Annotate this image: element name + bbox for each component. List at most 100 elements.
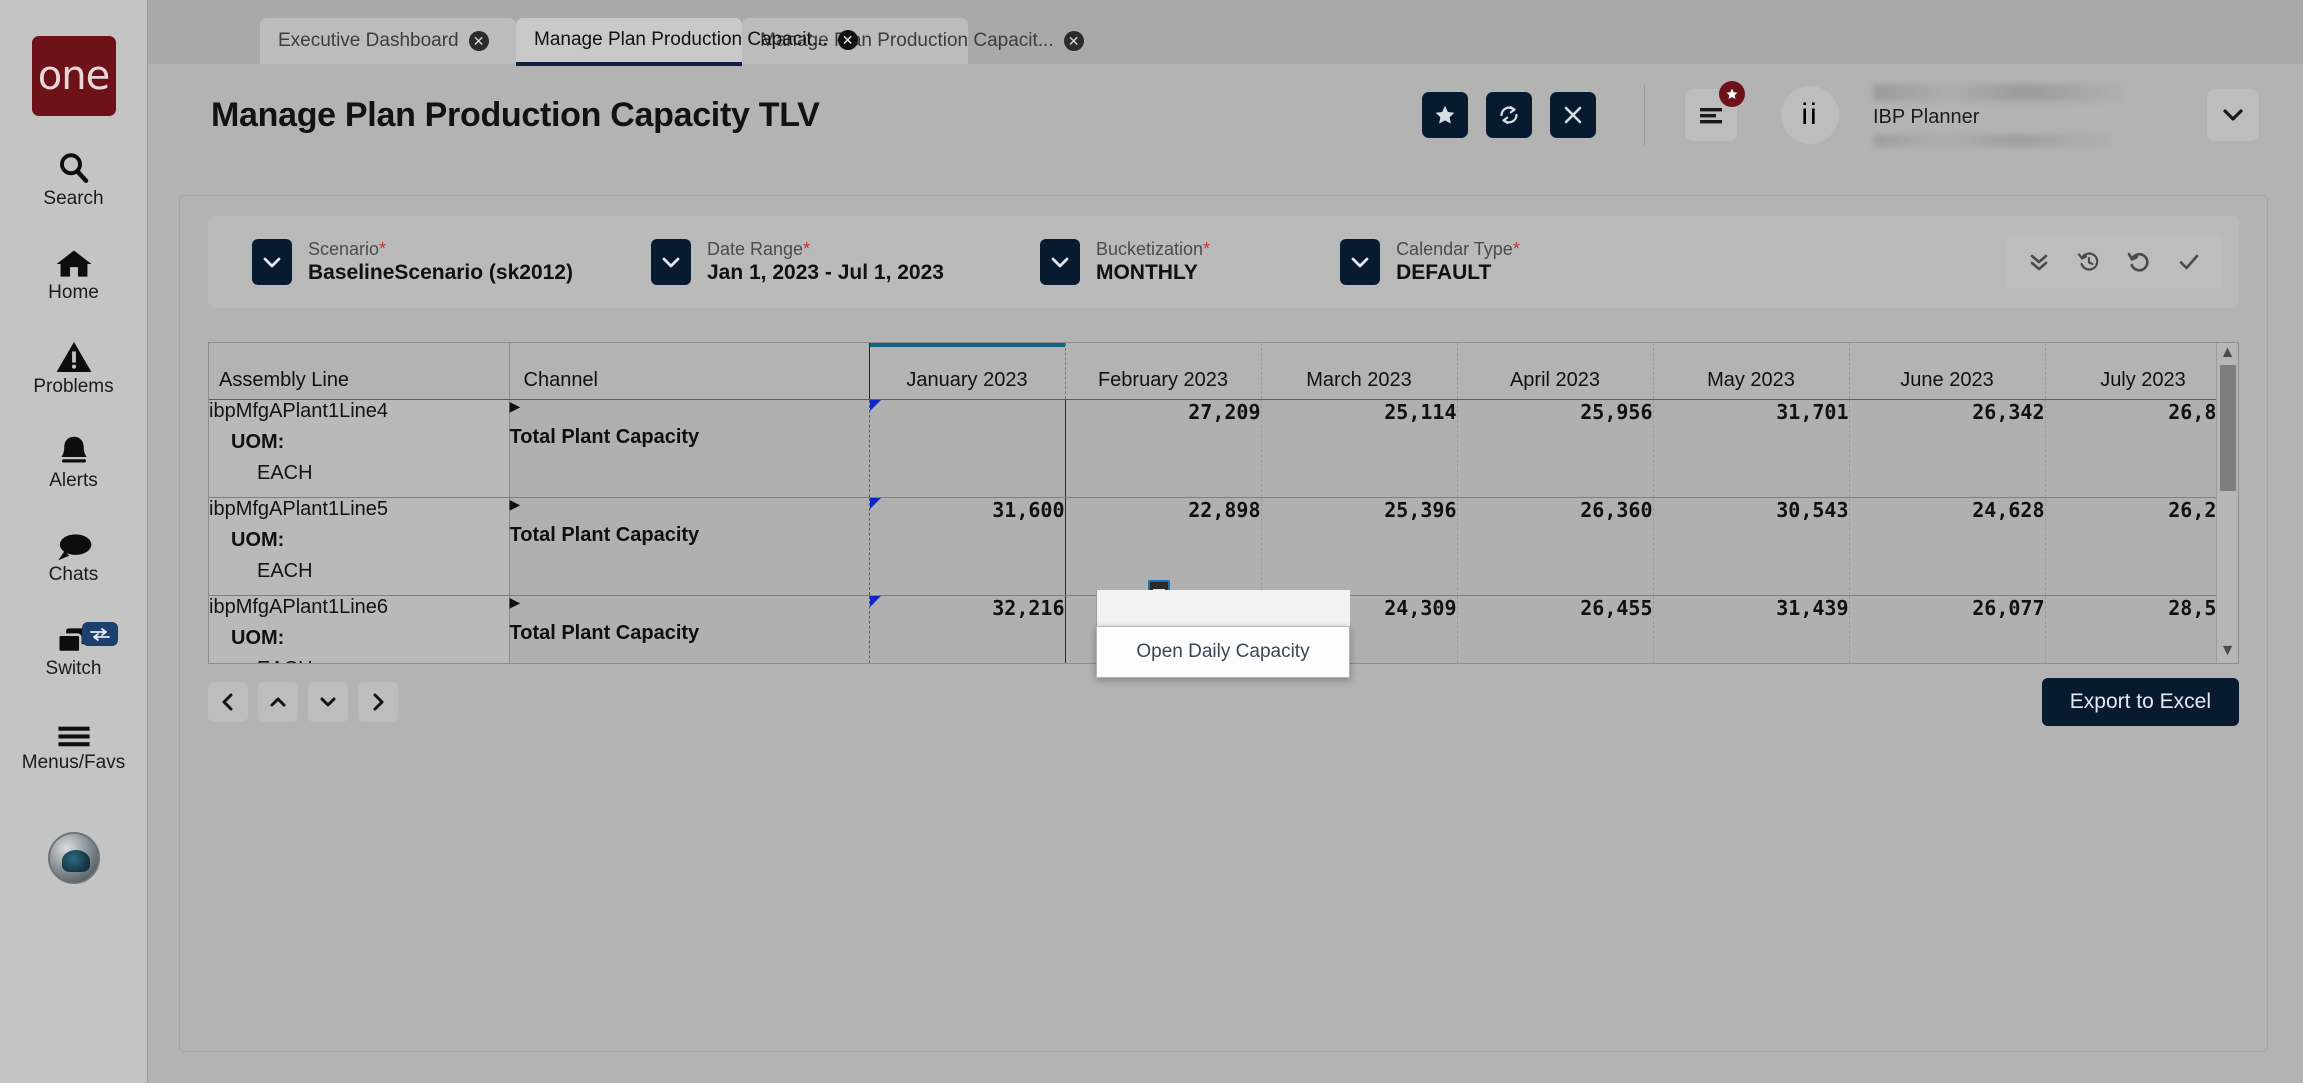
filter-label: Calendar Type [1396, 239, 1513, 259]
column-header-may-2023[interactable]: May 2023 [1653, 343, 1849, 399]
page-next-button[interactable] [358, 682, 398, 722]
cell-value-july-2023[interactable]: 26,236 [2045, 497, 2239, 595]
column-header-assembly-line[interactable]: Assembly Line [209, 343, 509, 399]
column-header-channel[interactable]: Channel [509, 343, 869, 399]
cell-channel[interactable]: ▶ Total Plant Capacity [509, 497, 869, 595]
export-to-excel-button[interactable]: Export to Excel [2042, 678, 2239, 726]
cell-value-july-2023[interactable]: 28,529 [2045, 595, 2239, 664]
table-row[interactable]: ibpMfgAPlant1Line5 UOM: EACH ▶ Total Pla… [209, 497, 2239, 595]
sidebar-item-label: Search [43, 188, 103, 210]
sidebar-item-alerts[interactable]: Alerts [0, 428, 148, 492]
filter-bar: Scenario* BaselineScenario (sk2012) Date… [208, 216, 2239, 308]
tab-close-icon[interactable]: ✕ [469, 31, 489, 51]
column-header-february-2023[interactable]: February 2023 [1065, 343, 1261, 399]
cell-value-may-2023[interactable]: 31,439 [1653, 595, 1849, 664]
cell-value-january-2023[interactable] [869, 399, 1065, 497]
cell-value-july-2023[interactable]: 26,832 [2045, 399, 2239, 497]
header-actions: ii IBP Planner [1422, 82, 2267, 148]
expand-all-button[interactable] [2019, 242, 2059, 282]
column-header-july-2023[interactable]: July 2023 [2045, 343, 2239, 399]
scroll-down-arrow-icon[interactable]: ▼ [2217, 641, 2239, 661]
sidebar-item-home[interactable]: Home [0, 240, 148, 304]
refresh-button[interactable] [1486, 92, 1532, 138]
sidebar-item-search[interactable]: Search [0, 146, 148, 210]
tab-executive-dashboard[interactable]: Executive Dashboard ✕ [260, 18, 516, 64]
cell-assembly-line[interactable]: ibpMfgAPlant1Line5 UOM: EACH [209, 497, 509, 595]
apply-button[interactable] [2169, 242, 2209, 282]
cell-value-april-2023[interactable]: 25,956 [1457, 399, 1653, 497]
sidebar-item-switch[interactable]: Switch [0, 616, 148, 680]
cell-channel[interactable]: ▶ Total Plant Capacity [509, 595, 869, 664]
tab-manage-plan-production-capacity-1[interactable]: Manage Plan Production Capacit... ✕ [516, 18, 742, 66]
sidebar-item-label: Problems [33, 376, 113, 398]
avatar[interactable] [48, 832, 100, 884]
filter-scenario[interactable]: Scenario* BaselineScenario (sk2012) [252, 239, 573, 285]
cell-value-march-2023[interactable]: 25,396 [1261, 497, 1457, 595]
favorite-button[interactable] [1422, 92, 1468, 138]
scrollbar-thumb[interactable] [2220, 365, 2236, 491]
cell-value-may-2023[interactable]: 31,701 [1653, 399, 1849, 497]
cell-value-march-2023[interactable]: 25,114 [1261, 399, 1457, 497]
assembly-line-name: ibpMfgAPlant1Line4 [209, 400, 509, 423]
cell-channel[interactable]: ▶ Total Plant Capacity [509, 399, 869, 497]
switch-toggle-badge[interactable] [82, 622, 118, 646]
user-avatar[interactable]: ii [1781, 86, 1839, 144]
expand-triangle-icon[interactable]: ▶ [510, 498, 869, 510]
cell-value-april-2023[interactable]: 26,455 [1457, 595, 1653, 664]
assembly-line-name: ibpMfgAPlant1Line5 [209, 498, 509, 521]
page-down-button[interactable] [308, 682, 348, 722]
sidebar-item-problems[interactable]: Problems [0, 334, 148, 398]
table-row[interactable]: ibpMfgAPlant1Line4 UOM: EACH ▶ Total Pla… [209, 399, 2239, 497]
cell-value-june-2023[interactable]: 26,077 [1849, 595, 2045, 664]
undo-button[interactable] [2119, 242, 2159, 282]
column-header-april-2023[interactable]: April 2023 [1457, 343, 1653, 399]
cell-value-january-2023[interactable]: 31,600 [869, 497, 1065, 595]
chevron-down-icon[interactable] [1040, 239, 1080, 285]
filter-label: Bucketization [1096, 239, 1203, 259]
chevron-up-icon [268, 693, 288, 711]
tab-close-icon[interactable]: ✕ [1064, 31, 1084, 51]
uom-label: UOM: [231, 627, 509, 650]
chevron-down-icon[interactable] [252, 239, 292, 285]
cell-assembly-line[interactable]: ibpMfgAPlant1Line6 UOM: EACH [209, 595, 509, 664]
cell-value-april-2023[interactable]: 26,360 [1457, 497, 1653, 595]
context-menu-item-open-daily-capacity[interactable]: Open Daily Capacity [1136, 641, 1309, 663]
expand-triangle-icon[interactable]: ▶ [510, 596, 869, 608]
filter-date-range[interactable]: Date Range* Jan 1, 2023 - Jul 1, 2023 [651, 239, 944, 285]
user-menu-button[interactable] [2207, 89, 2259, 141]
edited-marker-icon [870, 498, 881, 509]
close-x-icon [1562, 104, 1584, 126]
tab-close-icon[interactable]: ✕ [838, 30, 858, 50]
scroll-up-arrow-icon[interactable]: ▲ [2217, 343, 2239, 363]
history-button[interactable] [2069, 242, 2109, 282]
refresh-icon [1497, 103, 1521, 127]
column-header-june-2023[interactable]: June 2023 [1849, 343, 2045, 399]
brand-logo[interactable]: one [32, 36, 116, 116]
uom-label: UOM: [231, 431, 509, 454]
assembly-line-name: ibpMfgAPlant1Line6 [209, 596, 509, 619]
filter-bucketization[interactable]: Bucketization* MONTHLY [1040, 239, 1210, 285]
grid-vertical-scrollbar[interactable]: ▲ ▼ [2216, 343, 2238, 663]
context-menu[interactable]: Open Daily Capacity [1096, 626, 1350, 678]
sidebar-item-chats[interactable]: Chats [0, 522, 148, 586]
content-card: Scenario* BaselineScenario (sk2012) Date… [180, 196, 2267, 1051]
warning-triangle-icon [55, 334, 93, 374]
chevron-down-icon[interactable] [1340, 239, 1380, 285]
sidebar-item-menus-favs[interactable]: Menus/Favs [0, 710, 148, 774]
close-button[interactable] [1550, 92, 1596, 138]
cell-value-january-2023[interactable]: 32,216 [869, 595, 1065, 664]
column-header-march-2023[interactable]: March 2023 [1261, 343, 1457, 399]
cell-value-june-2023[interactable]: 26,342 [1849, 399, 2045, 497]
cell-assembly-line[interactable]: ibpMfgAPlant1Line4 UOM: EACH [209, 399, 509, 497]
chevron-down-icon[interactable] [651, 239, 691, 285]
cell-value-february-2023[interactable]: 27,209 [1065, 399, 1261, 497]
expand-triangle-icon[interactable]: ▶ [510, 400, 869, 412]
page-up-button[interactable] [258, 682, 298, 722]
filter-calendar-type[interactable]: Calendar Type* DEFAULT [1340, 239, 1520, 285]
cell-value-may-2023[interactable]: 30,543 [1653, 497, 1849, 595]
cell-value-june-2023[interactable]: 24,628 [1849, 497, 2045, 595]
page-prev-button[interactable] [208, 682, 248, 722]
filter-label: Date Range [707, 239, 803, 259]
column-header-january-2023[interactable]: January 2023 [869, 343, 1065, 399]
menus-favorites-button[interactable] [1685, 89, 1737, 141]
